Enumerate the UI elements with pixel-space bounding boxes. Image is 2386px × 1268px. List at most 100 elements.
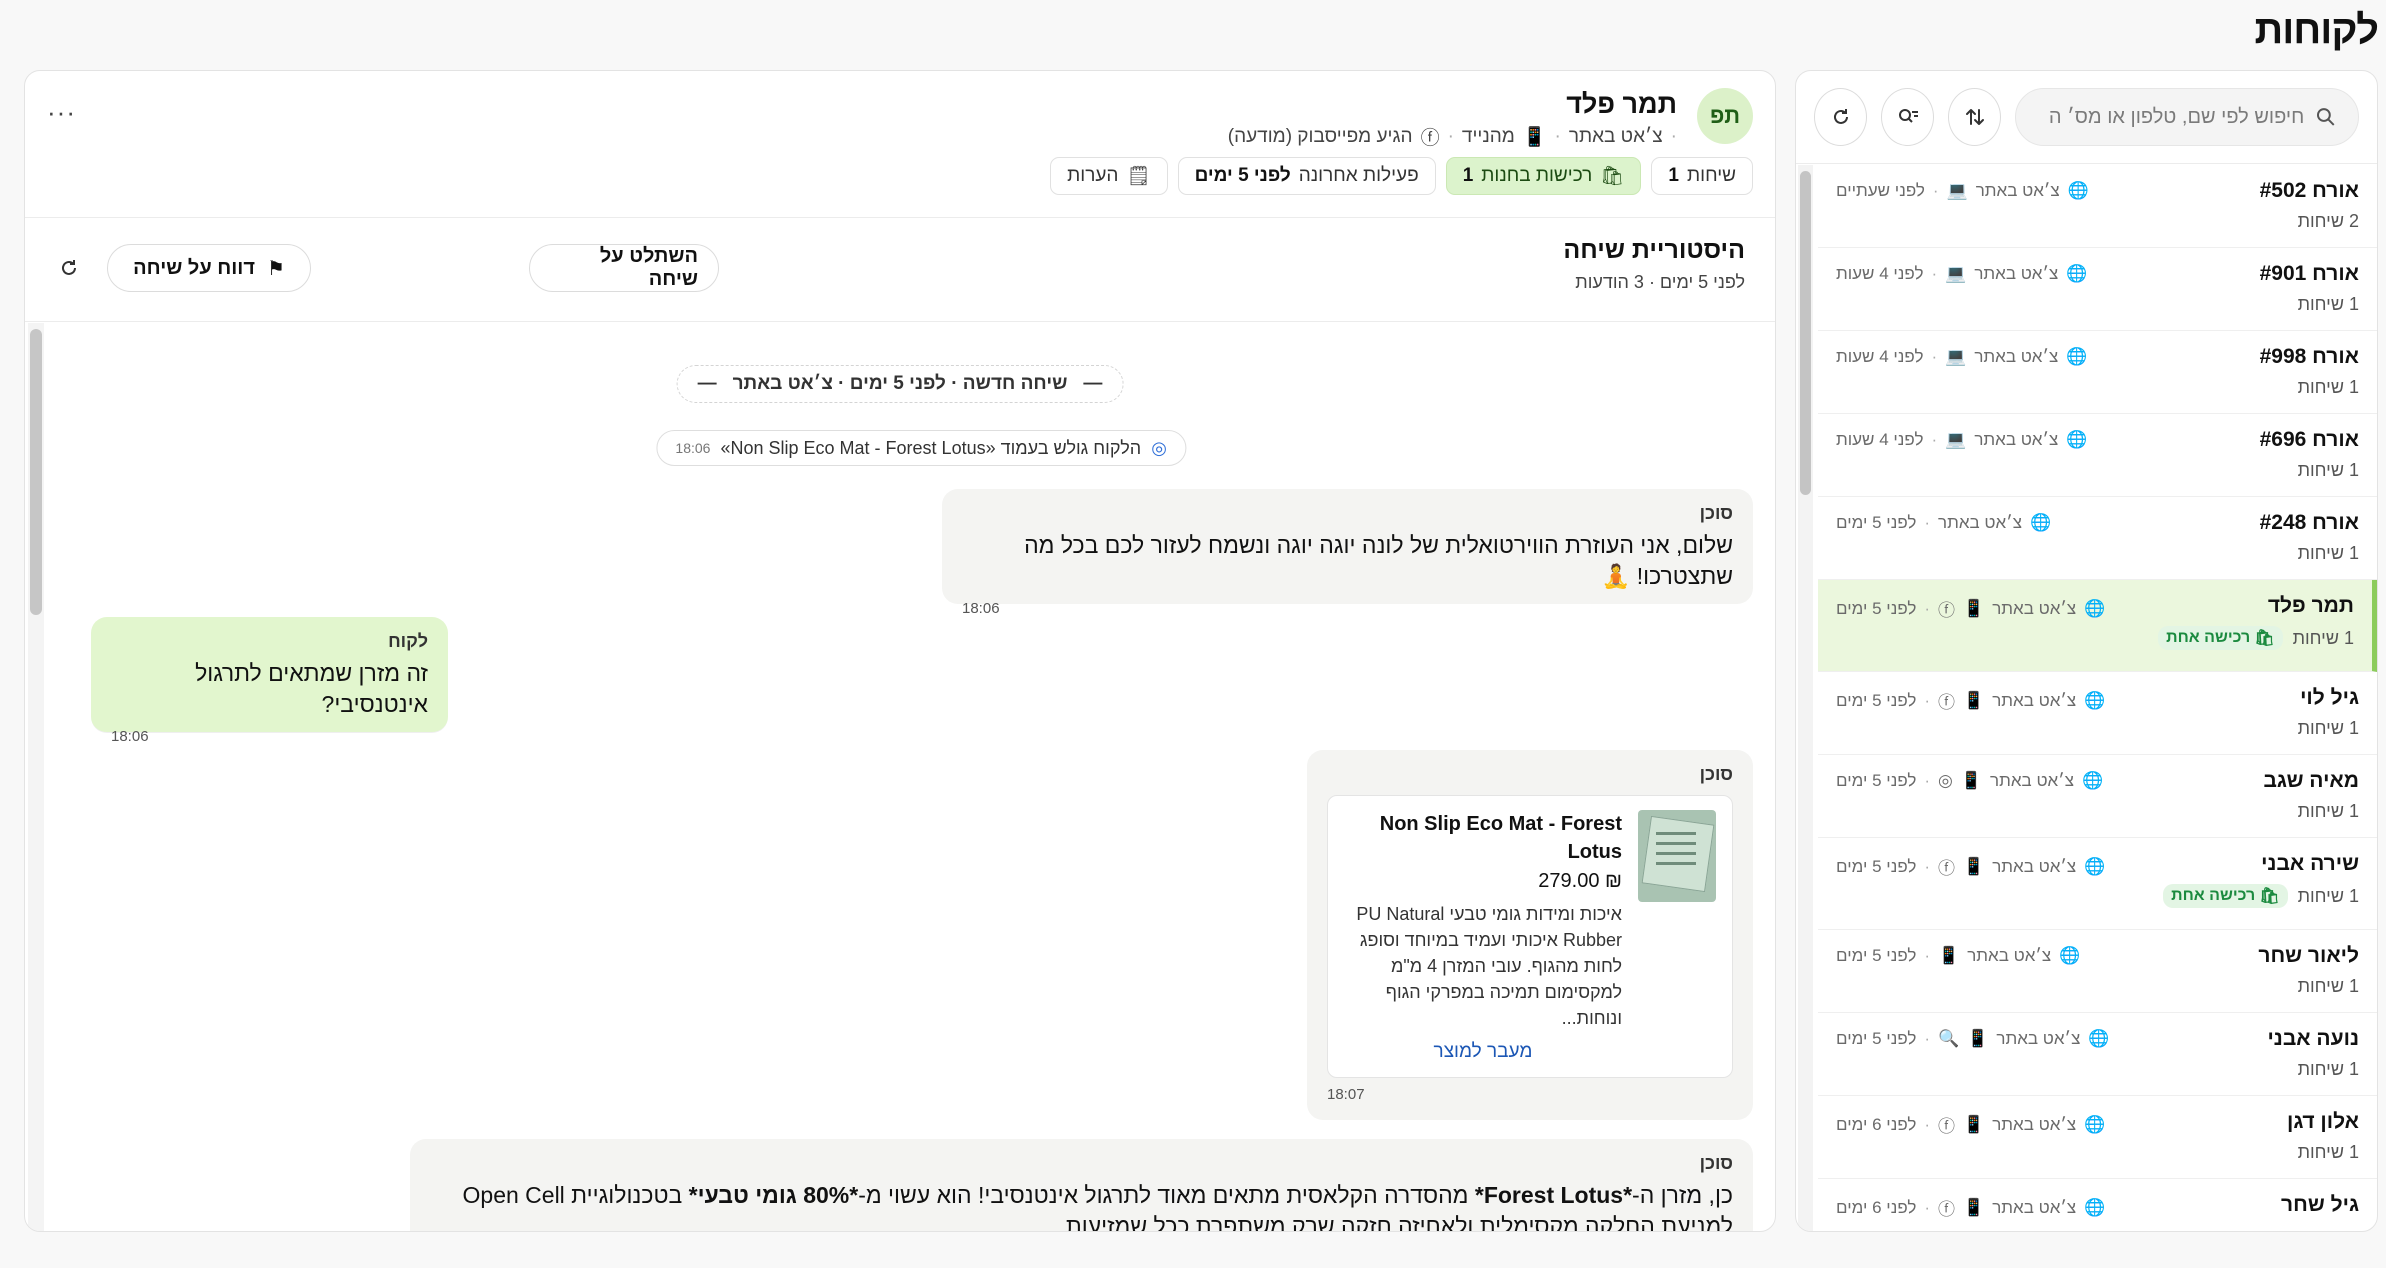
customer-conversations: 1 שיחות	[2297, 801, 2359, 821]
mobile-icon: 📱	[1963, 598, 1985, 618]
search-source-icon: 🔍	[1938, 1029, 1960, 1048]
channel-label: צ׳אט באתר	[1990, 771, 2075, 790]
refresh-chat-button[interactable]	[59, 258, 79, 283]
customer-conversations: 2 שיחות	[2297, 211, 2359, 231]
mobile-icon: 📱	[1960, 771, 1983, 790]
customer-meta: 🌐 צ׳אט באתר 📱 · לפני 5 ימים	[1836, 946, 2081, 965]
customer-title: תמר פלד	[1566, 89, 1677, 119]
customer-item[interactable]: גיל לוי 1 שיחות 🌐 צ׳אט באתר 📱 ⓕ · לפני 5…	[1818, 672, 2377, 755]
message-sender: לקוח	[388, 631, 428, 651]
stat-label: פעילות אחרונה	[1298, 165, 1419, 186]
customer-item[interactable]: אורח #502 2 שיחות 🌐 צ׳אט באתר 💻 · לפני ש…	[1818, 165, 2377, 248]
customer-conversations: 1 שיחות 🛍 רכישה אחת	[1818, 884, 2359, 908]
facebook-icon: ⓕ	[1420, 128, 1440, 149]
globe-icon: 🌐	[2030, 513, 2052, 532]
customer-meta: 🌐 צ׳אט באתר 📱 ⓕ · לפני 6 ימים	[1836, 1112, 2105, 1137]
customer-conversations: 1 שיחות	[2297, 460, 2359, 480]
instagram-icon: ◎	[1938, 771, 1953, 790]
product-details: Non Slip Eco Mat - Forest Lotus ₪ 279.00…	[1344, 810, 1622, 1063]
search-box[interactable]	[2015, 88, 2359, 146]
product-description: איכות ומידות גומי טבעי PU Natural Rubber…	[1356, 904, 1622, 1029]
customer-conversations: 1 שיחות	[2297, 377, 2359, 397]
stat-value: לפני 5 ימים	[1194, 165, 1291, 186]
time-label: לפני 6 ימים	[1836, 1114, 1917, 1134]
dash-icon: —	[697, 373, 717, 394]
customer-item[interactable]: אלון דגן 1 שיחות 🌐 צ׳אט באתר 📱 ⓕ · לפני …	[1818, 1096, 2377, 1179]
laptop-icon: 💻	[1945, 430, 1967, 449]
stat-value: 1	[1462, 165, 1474, 186]
message-sender: סוכן	[1699, 503, 1733, 523]
refresh-list-button[interactable]	[1814, 88, 1867, 146]
stat-label: רכישות בחנות	[1481, 165, 1593, 186]
separator-label: שיחה חדשה · לפני 5 ימים · צ׳אט באתר	[732, 373, 1068, 394]
customer-meta: 🌐 צ׳אט באתר 💻 · לפני 4 שעות	[1836, 264, 2088, 283]
sort-button[interactable]	[1948, 88, 2001, 146]
time-label: לפני 5 ימים	[1836, 513, 1917, 532]
flag-icon: ⚑	[266, 257, 285, 280]
customer-item[interactable]: נועה אבני 1 שיחות 🌐 צ׳אט באתר 📱 🔍 · לפני…	[1818, 1013, 2377, 1096]
customer-conversations: 1 שיחות	[2297, 543, 2359, 563]
channel-label: צ׳אט באתר	[1975, 181, 2060, 200]
customer-item[interactable]: מאיה שגב 1 שיחות 🌐 צ׳אט באתר 📱 ◎ · לפני …	[1818, 755, 2377, 838]
customer-item[interactable]: ליאור שחר 1 שיחות 🌐 צ׳אט באתר 📱 · לפני 5…	[1818, 930, 2377, 1013]
product-image	[1638, 810, 1716, 902]
customer-item[interactable]: אורח #248 1 שיחות 🌐 צ׳אט באתר · לפני 5 י…	[1818, 497, 2377, 580]
source-label: הגיע מפייסבוק (מודעה)	[1227, 125, 1413, 147]
shopping-bag-icon: 🛍	[2259, 888, 2280, 905]
history-title: היסטוריית שיחה	[1563, 236, 1745, 264]
channel-label: צ׳אט באתר	[1992, 690, 2077, 710]
customer-meta: 🌐 צ׳אט באתר 📱 ⓕ · לפני 5 ימים	[1836, 596, 2105, 621]
customer-conversations: 1 שיחות 🛍 רכישה אחת	[1818, 626, 2354, 650]
globe-icon: 🌐	[2088, 1029, 2110, 1048]
customer-item[interactable]: אורח #696 1 שיחות 🌐 צ׳אט באתר 💻 · לפני 4…	[1818, 414, 2377, 497]
dash-icon: —	[1083, 373, 1103, 394]
mobile-icon: 📱	[1938, 946, 1960, 965]
message-time: 18:06	[111, 728, 149, 746]
browse-icon: ◎	[1151, 437, 1167, 458]
message-time: 18:06	[962, 600, 1000, 618]
channel-label: צ׳אט באתר	[1938, 513, 2023, 532]
stat-last-activity: פעילות אחרונה לפני 5 ימים	[1177, 157, 1436, 195]
product-card[interactable]: Non Slip Eco Mat - Forest Lotus ₪ 279.00…	[1327, 795, 1733, 1079]
globe-icon: 🌐	[2059, 946, 2081, 965]
product-name: Non Slip Eco Mat - Forest Lotus	[1379, 813, 1622, 863]
history-subtitle: לפני 5 ימים · 3 הודעות	[1575, 272, 1745, 292]
customer-item-active[interactable]: תמר פלד 1 שיחות 🛍 רכישה אחת 🌐 צ׳אט באתר 📱…	[1818, 580, 2377, 672]
shopping-bag-icon: 🛍	[1600, 166, 1625, 187]
time-label: לפני 4 שעות	[1836, 347, 1924, 366]
channel-label: צ׳אט באתר	[1974, 264, 2059, 283]
customer-item[interactable]: אורח #998 1 שיחות 🌐 צ׳אט באתר 💻 · לפני 4…	[1818, 331, 2377, 414]
stat-conversations: שיחות 1	[1651, 157, 1753, 195]
purchase-badge-label: רכישה אחת	[2166, 629, 2251, 646]
message-agent: סוכן כן, מזרן ה-*Forest Lotus* מהסדרה הק…	[410, 1139, 1753, 1231]
stat-value: 1	[1668, 165, 1679, 186]
customer-list-panel: אורח #502 2 שיחות 🌐 צ׳אט באתר 💻 · לפני ש…	[1795, 70, 2378, 1232]
filter-search-button[interactable]	[1881, 88, 1934, 146]
mobile-icon: 📱	[1963, 1114, 1985, 1134]
refresh-icon	[62, 260, 76, 275]
more-options-button[interactable]: ···	[47, 97, 76, 128]
conversation-separator: — שיחה חדשה · לפני 5 ימים · צ׳אט באתר —	[676, 365, 1124, 403]
globe-icon: 🌐	[2084, 1197, 2106, 1217]
message-time: 18:07	[1327, 1086, 1365, 1104]
list-scrollbar[interactable]	[1800, 171, 1811, 495]
notes-button[interactable]: 🗒 הערות	[1050, 157, 1168, 195]
facebook-icon: ⓕ	[1938, 1117, 1956, 1136]
customer-conversations: 1 שיחות	[2297, 718, 2359, 738]
message-agent-product: סוכן Non Slip Eco Mat - Forest Lotus ₪ 2…	[1307, 750, 1753, 1120]
customer-item[interactable]: אורח #901 1 שיחות 🌐 צ׳אט באתר 💻 · לפני 4…	[1818, 248, 2377, 331]
search-input[interactable]	[2038, 105, 2305, 129]
time-label: לפני 5 ימים	[1836, 598, 1917, 618]
message-sender: סוכן	[1699, 764, 1733, 784]
browse-text: הלקוח גולש בעמוד «Non Slip Eco Mat - For…	[720, 437, 1142, 458]
messages-scrollbar[interactable]	[30, 329, 42, 615]
product-link[interactable]: מעבר למוצר	[1344, 1041, 1622, 1063]
customer-item[interactable]: גיל שחר 🌐 צ׳אט באתר 📱 ⓕ · לפני 6 ימים	[1818, 1179, 2377, 1231]
mobile-icon: 📱	[1963, 690, 1985, 710]
customer-item[interactable]: שירה אבני 1 שיחות 🛍 רכישה אחת 🌐 צ׳אט באתר…	[1818, 838, 2377, 930]
report-button[interactable]: ⚑ דווח על שיחה	[107, 244, 311, 292]
filter-search-icon	[1898, 109, 1918, 123]
takeover-button[interactable]: השתלט על שיחה	[529, 244, 719, 292]
globe-icon: 🌐	[2066, 430, 2088, 449]
shopping-bag-icon: 🛍	[2254, 630, 2275, 647]
